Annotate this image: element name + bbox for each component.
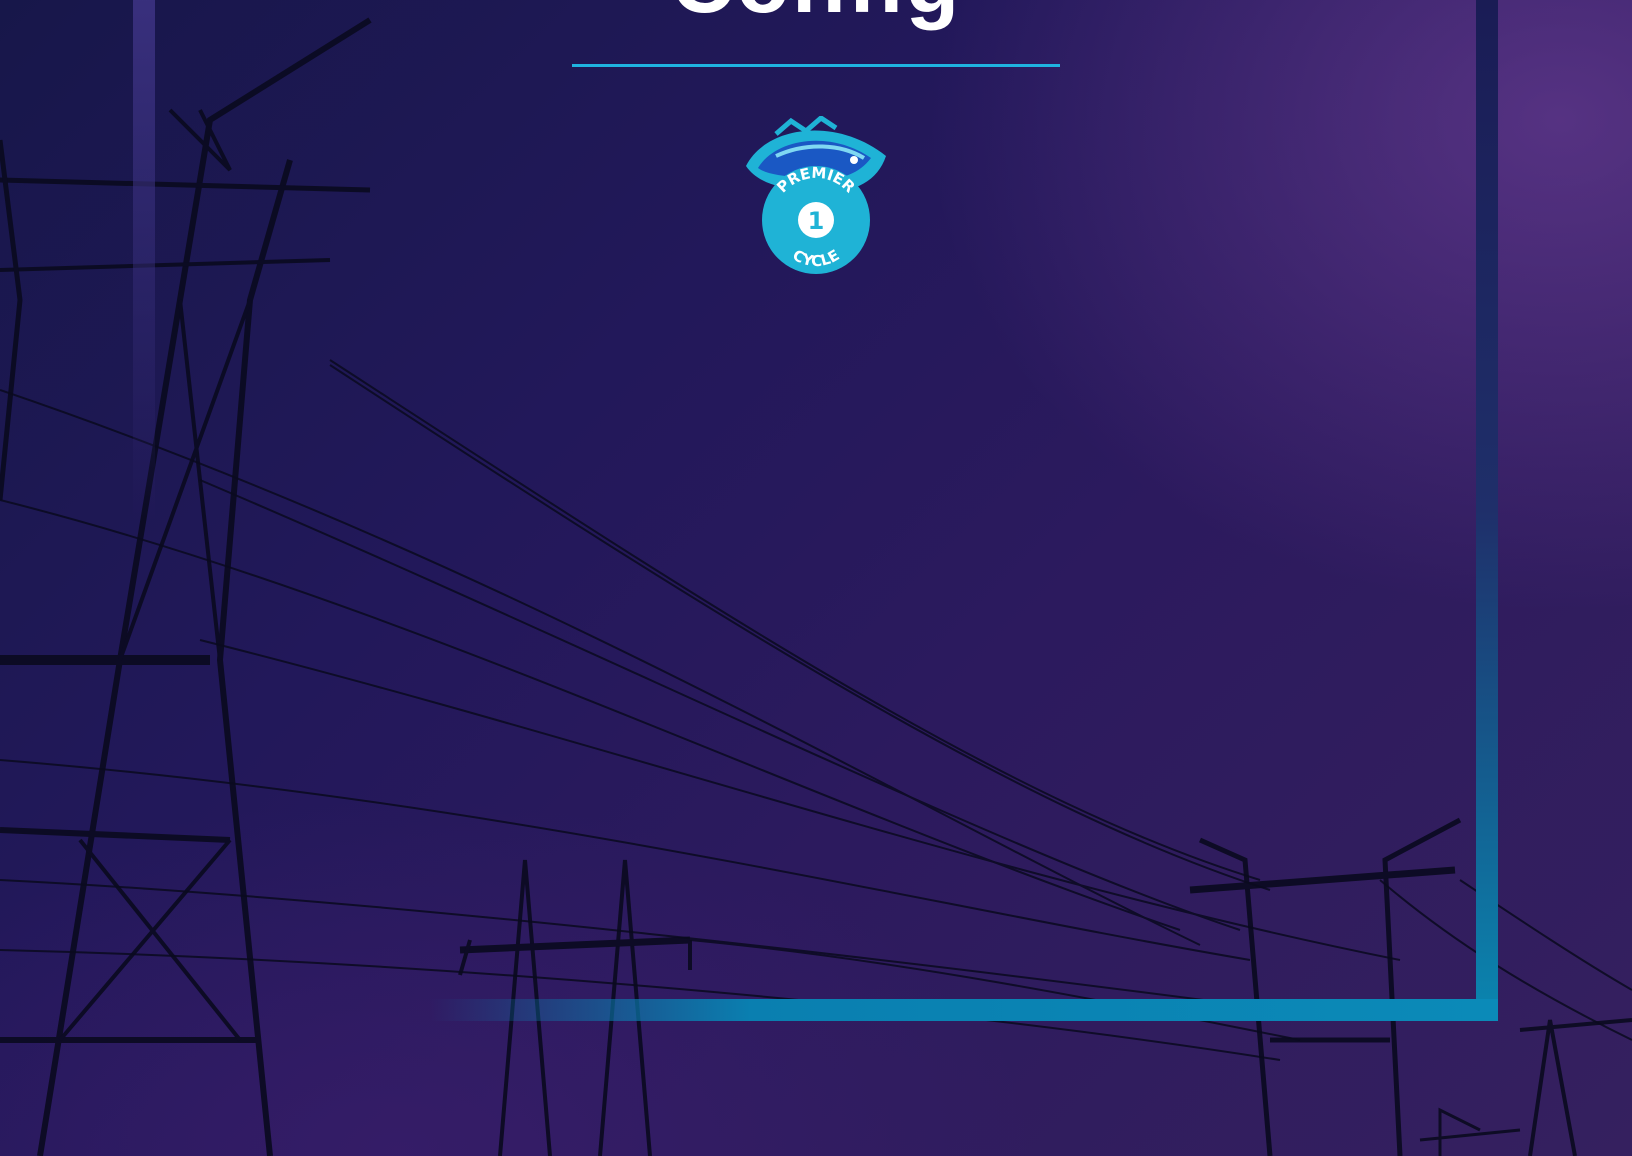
- title-underline: [572, 64, 1060, 67]
- frame-bottom-bar: [430, 999, 1498, 1021]
- frame-right-bar: [1476, 0, 1498, 1021]
- fish-badge-icon: PREMIER CYCLE 1: [746, 116, 886, 274]
- frame-left-bar: [133, 0, 155, 520]
- logo-number: 1: [808, 207, 825, 235]
- cover-title: Config: [572, 0, 1060, 26]
